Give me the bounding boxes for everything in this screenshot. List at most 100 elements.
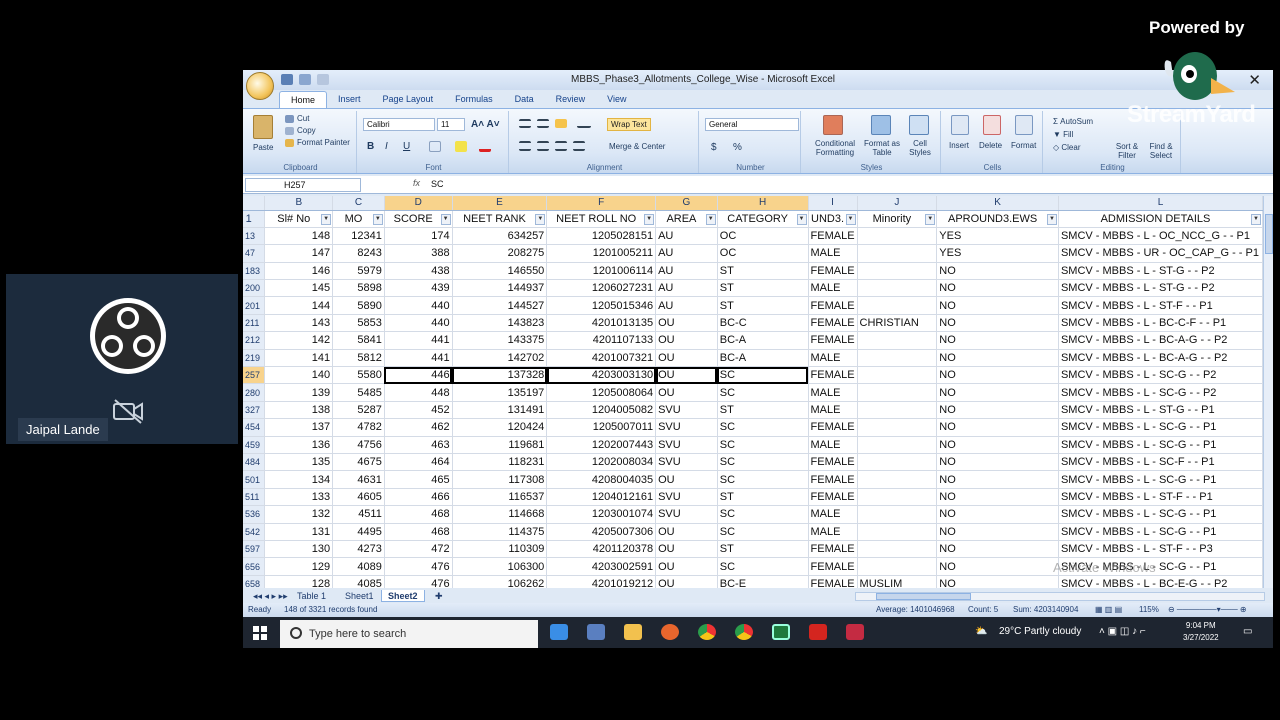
table-cell[interactable]: FEMALE <box>808 262 858 281</box>
percent-button[interactable]: % <box>733 142 742 153</box>
table-cell[interactable]: NO <box>936 488 1059 507</box>
currency-button[interactable]: $ <box>711 142 717 153</box>
table-cell[interactable]: 5979 <box>332 262 385 281</box>
table-cell[interactable] <box>857 366 938 385</box>
conditional-formatting-button[interactable]: Conditional Formatting <box>807 139 863 157</box>
tab-review[interactable]: Review <box>545 91 597 109</box>
table-cell[interactable]: 468 <box>384 523 453 541</box>
format-cells-icon[interactable] <box>1015 115 1033 135</box>
table-cell[interactable]: 137328 <box>452 366 548 385</box>
table-cell[interactable]: 5841 <box>332 331 385 350</box>
firefox-icon[interactable] <box>661 624 679 640</box>
bold-button[interactable]: B <box>367 141 374 152</box>
table-cell[interactable]: 1205007011 <box>546 418 657 437</box>
file-explorer-icon[interactable] <box>624 624 642 640</box>
weather-text[interactable]: 29°C Partly cloudy <box>999 626 1081 637</box>
table-cell[interactable]: NO <box>936 557 1059 576</box>
table-cell[interactable]: NO <box>936 349 1059 368</box>
column-header[interactable]: G <box>655 196 718 211</box>
select-all-corner[interactable] <box>243 196 266 211</box>
insert-cells-icon[interactable] <box>951 115 969 135</box>
table-cell[interactable]: OU <box>655 366 718 385</box>
autosum-button[interactable]: Σ AutoSum <box>1053 117 1093 126</box>
filter-dropdown-icon[interactable]: ▼ <box>440 213 451 225</box>
table-cell[interactable] <box>857 453 938 472</box>
column-header[interactable]: E <box>452 196 548 211</box>
table-cell[interactable] <box>857 488 938 507</box>
table-cell[interactable]: SMCV - MBBS - L - SC-G - - P2 <box>1058 366 1263 385</box>
table-cell[interactable]: 131491 <box>452 401 548 420</box>
column-header[interactable]: J <box>857 196 938 211</box>
table-cell[interactable]: 1205008064 <box>546 383 657 402</box>
table-cell[interactable]: 1201006114 <box>546 262 657 281</box>
table-cell[interactable]: 1202008034 <box>546 453 657 472</box>
table-cell[interactable]: AU <box>655 296 718 315</box>
table-cell[interactable]: SMCV - MBBS - L - BC-A-G - - P2 <box>1058 331 1263 350</box>
table-cell[interactable]: BC-C <box>717 314 809 333</box>
font-size-select[interactable]: 11 <box>437 118 465 131</box>
table-cell[interactable]: NO <box>936 505 1059 524</box>
sort-filter-button[interactable]: Sort & Filter <box>1111 142 1143 160</box>
name-box[interactable]: H257 <box>245 178 361 192</box>
filter-dropdown-icon[interactable]: ▼ <box>1251 213 1261 225</box>
table-cell[interactable]: NO <box>936 470 1059 489</box>
table-cell[interactable]: SMCV - MBBS - L - SC-G - - P1 <box>1058 436 1263 454</box>
table-cell[interactable]: 143 <box>264 314 334 333</box>
table-cell[interactable]: 5853 <box>332 314 385 333</box>
table-header-cell[interactable]: CATEGORY ▼ <box>717 210 809 228</box>
table-cell[interactable]: 129 <box>264 557 334 576</box>
table-cell[interactable] <box>857 436 938 454</box>
table-cell[interactable] <box>857 470 938 489</box>
table-cell[interactable]: 441 <box>384 331 453 350</box>
table-cell[interactable]: ST <box>717 488 809 507</box>
table-cell[interactable]: 1205028151 <box>546 227 657 246</box>
row-header[interactable]: 542 <box>243 523 266 541</box>
column-header[interactable]: D <box>384 196 453 211</box>
table-header-cell[interactable]: ADMISSION DETAILS ▼ <box>1058 210 1263 228</box>
table-cell[interactable]: 116537 <box>452 488 548 507</box>
table-cell[interactable]: 440 <box>384 314 453 333</box>
table-cell[interactable]: 114375 <box>452 523 548 541</box>
table-cell[interactable]: 4089 <box>332 557 385 576</box>
table-cell[interactable]: 143823 <box>452 314 548 333</box>
table-cell[interactable]: 4208004035 <box>546 470 657 489</box>
align-middle-icon[interactable] <box>537 119 549 128</box>
table-cell[interactable]: 1204005082 <box>546 401 657 420</box>
row-header[interactable]: 511 <box>243 488 266 507</box>
table-cell[interactable]: AU <box>655 279 718 298</box>
table-cell[interactable]: 4201107133 <box>546 331 657 350</box>
table-cell[interactable]: OC <box>717 244 809 263</box>
table-cell[interactable]: 5898 <box>332 279 385 298</box>
table-cell[interactable] <box>857 505 938 524</box>
table-cell[interactable]: FEMALE <box>808 470 858 489</box>
table-cell[interactable]: 463 <box>384 436 453 454</box>
table-cell[interactable] <box>857 401 938 420</box>
table-cell[interactable]: 4631 <box>332 470 385 489</box>
table-cell[interactable]: 1206027231 <box>546 279 657 298</box>
table-cell[interactable]: SMCV - MBBS - L - SC-F - - P1 <box>1058 453 1263 472</box>
italic-button[interactable]: I <box>385 141 388 152</box>
table-cell[interactable]: 438 <box>384 262 453 281</box>
table-cell[interactable]: 4205007306 <box>546 523 657 541</box>
indent-icon[interactable] <box>573 141 585 151</box>
table-cell[interactable]: 110309 <box>452 540 548 559</box>
cut-button[interactable]: Cut <box>297 114 309 123</box>
taskbar-clock[interactable]: 9:04 PM 3/27/2022 <box>1183 620 1219 644</box>
sheet-tab-table1[interactable]: Table 1 <box>291 590 332 602</box>
grow-font-icon[interactable]: A˄ A˅ <box>471 119 500 130</box>
table-cell[interactable]: SMCV - MBBS - L - ST-F - - P3 <box>1058 540 1263 559</box>
paste-button[interactable]: Paste <box>253 143 273 152</box>
row-header[interactable]: 1 <box>243 210 266 228</box>
table-cell[interactable]: BC-A <box>717 331 809 350</box>
fill-button[interactable]: ▼ Fill <box>1053 130 1073 139</box>
row-header[interactable]: 536 <box>243 505 266 524</box>
filter-dropdown-icon[interactable]: ▼ <box>372 213 383 225</box>
row-header[interactable]: 212 <box>243 331 266 350</box>
table-cell[interactable] <box>857 244 938 263</box>
table-cell[interactable]: 8243 <box>332 244 385 263</box>
table-cell[interactable]: MALE <box>808 279 858 298</box>
table-cell[interactable]: 132 <box>264 505 334 524</box>
worksheet-grid[interactable]: B C D E F G H I J K L 1 Sl# No ▼ MO ▼ SCORE ▼ NEET RANK ▼ NE… <box>243 196 1263 588</box>
table-cell[interactable]: AU <box>655 244 718 263</box>
table-cell[interactable]: FEMALE <box>808 575 858 588</box>
